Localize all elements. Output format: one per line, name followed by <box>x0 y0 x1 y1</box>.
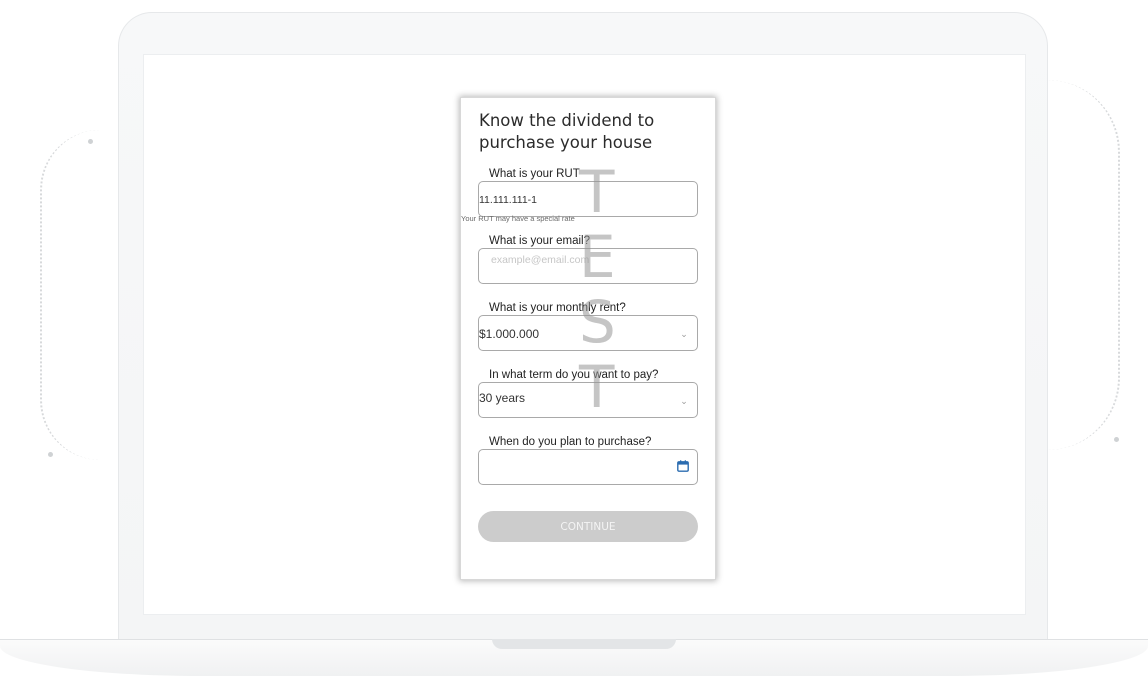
decorative-dot <box>88 139 93 144</box>
rut-helper-text: Your RUT may have a special rate <box>461 214 575 223</box>
rut-field[interactable]: What is your RUT <box>478 168 698 217</box>
chevron-down-icon[interactable]: ⌄ <box>679 396 689 406</box>
email-field[interactable]: What is your email? <box>478 235 698 284</box>
rut-label: What is your RUT <box>485 168 584 180</box>
email-label: What is your email? <box>485 235 594 247</box>
decorative-dot <box>48 452 53 457</box>
laptop-notch <box>492 639 676 649</box>
chevron-down-icon[interactable]: ⌄ <box>679 329 689 339</box>
decorative-dotted-arc-right <box>1048 80 1120 450</box>
form-title: Know the dividend to purchase your house <box>479 111 655 152</box>
rut-input[interactable] <box>479 194 649 206</box>
purchase-date-label: When do you plan to purchase? <box>485 436 656 448</box>
calendar-icon[interactable] <box>677 460 689 472</box>
monthly-rent-label: What is your monthly rent? <box>485 302 630 314</box>
card-footer-strip <box>541 560 639 574</box>
monthly-rent-select[interactable]: What is your monthly rent? $1.000.000 ⌄ <box>478 302 698 351</box>
email-input[interactable] <box>491 254 661 266</box>
dividend-form-card: Know the dividend to purchase your house… <box>460 97 716 580</box>
monthly-rent-value: $1.000.000 <box>479 327 540 341</box>
decorative-dotted-arc-left <box>40 130 112 460</box>
purchase-date-field[interactable]: When do you plan to purchase? <box>478 436 698 485</box>
continue-button[interactable]: CONTINUE <box>478 511 698 542</box>
term-value: 30 years <box>479 391 526 405</box>
term-label: In what term do you want to pay? <box>485 369 663 381</box>
term-select[interactable]: In what term do you want to pay? 30 year… <box>478 369 698 418</box>
decorative-dot <box>1114 437 1119 442</box>
